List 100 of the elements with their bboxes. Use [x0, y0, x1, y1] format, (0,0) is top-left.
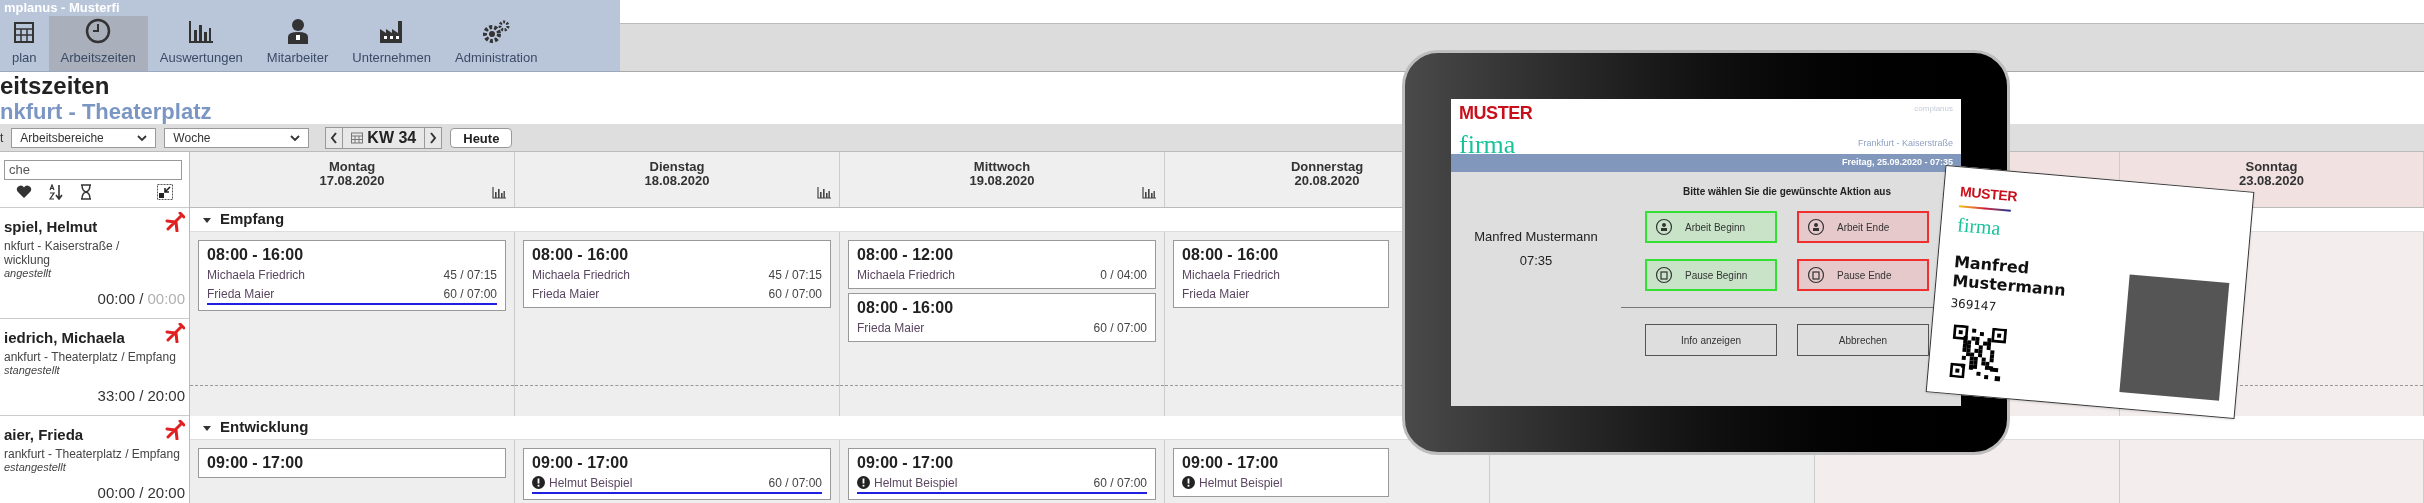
nav-tab[interactable]: plan — [0, 16, 49, 71]
nav-tab[interactable]: Auswertungen — [147, 16, 255, 71]
hours-count: 45 / 07:15 — [768, 266, 822, 284]
logo-text: firma — [1459, 128, 1516, 160]
logo-text: firma — [1956, 212, 2002, 240]
today-button[interactable]: Heute — [450, 127, 513, 148]
person-icon — [286, 17, 309, 44]
person-name: Helmut Beispiel — [874, 474, 958, 492]
airplane-icon — [165, 323, 185, 343]
shift-card[interactable]: 09:00 - 17:00 Helmut Beispiel 60 / 07:00 — [848, 448, 1156, 500]
day-date: 20.08.2020 — [1294, 174, 1360, 188]
search-field[interactable]: che — [4, 159, 182, 180]
employee-row[interactable]: aier, Frieda rankfurt - Theaterplatz / Empfang estangestellt 00:00 / 20:00 — [0, 416, 189, 503]
person-cycle-icon — [1807, 218, 1825, 236]
nav-tab[interactable]: Administration — [443, 16, 550, 71]
gears-icon — [482, 19, 511, 44]
kiosk-button[interactable]: Info anzeigen — [1645, 324, 1777, 356]
chevron-right-icon — [429, 131, 438, 144]
action-button[interactable]: Pause Beginn — [1645, 259, 1777, 291]
shift-card[interactable]: 09:00 - 17:00 Helmut Beispiel — [1173, 448, 1389, 497]
cup-cycle-icon — [1807, 266, 1825, 284]
date-time: Freitag, 25.09.2020 - 07:35 — [1841, 156, 1953, 170]
nav-tab[interactable]: Unternehmen — [340, 16, 444, 71]
factory-icon — [378, 19, 405, 44]
worked-hours: 33:00 / — [97, 385, 144, 406]
person-name: Michaela Friedrich — [857, 266, 956, 284]
bar-chart-icon[interactable] — [492, 187, 506, 199]
shift-time: 08:00 - 16:00 — [532, 245, 629, 265]
employee-name: aier, Frieda — [4, 425, 84, 445]
employee-row[interactable]: iedrich, Michaela ankfurt - Theaterplatz / Empfang stangestellt 33:00 / 20:00 — [0, 319, 189, 416]
calendar-icon — [13, 19, 36, 44]
action-button[interactable]: Pause Ende — [1797, 259, 1929, 291]
shift-time: 09:00 - 17:00 — [857, 453, 954, 473]
shift-time: 08:00 - 16:00 — [207, 245, 304, 265]
hours-count: 0 / 04:00 — [1100, 266, 1147, 284]
person-name: Frieda Maier — [1182, 285, 1250, 303]
planned-hours: 20:00 — [147, 482, 185, 503]
heart-icon[interactable] — [16, 184, 32, 199]
shift-card[interactable]: 08:00 - 16:00 Frieda Maier 60 / 07:00 — [848, 293, 1156, 342]
nav-tab[interactable]: Arbeitszeiten — [48, 16, 148, 71]
shift-card[interactable]: 08:00 - 16:00 Michaela Friedrich 45 / 07:15 Frieda Maier 60 / 07:00 — [523, 240, 831, 308]
bar-chart-icon — [188, 19, 215, 44]
shift-card[interactable]: 09:00 - 17:00 — [198, 448, 506, 478]
airplane-icon — [165, 420, 185, 440]
action-button[interactable]: Arbeit Beginn — [1645, 211, 1777, 243]
day-date: 18.08.2020 — [644, 174, 710, 188]
cup-cycle-icon — [1655, 266, 1673, 284]
filter-label: t — [0, 129, 4, 147]
shift-time: 08:00 - 16:00 — [857, 298, 954, 318]
employee-location: nkfurt - Kaiserstraße / — [4, 238, 120, 253]
weekday: Dienstag — [649, 160, 705, 174]
sort-icon[interactable] — [48, 183, 64, 200]
worked-hours: 00:00 / — [97, 482, 144, 503]
group-select[interactable]: Arbeitsbereiche — [11, 127, 157, 148]
employee-location: ankfurt - Theaterplatz / Empfang — [4, 349, 176, 364]
calendar-icon — [351, 131, 364, 144]
page-title: eitszeiten — [0, 72, 110, 100]
employee-contract: estangestellt — [4, 460, 66, 474]
group-toggle[interactable]: Empfang — [202, 208, 285, 231]
shift-card[interactable]: 08:00 - 16:00 Michaela Friedrich Frieda Maier — [1173, 240, 1389, 308]
collapse-icon[interactable] — [157, 183, 173, 200]
day-date: 19.08.2020 — [969, 174, 1035, 188]
bar-chart-icon[interactable] — [817, 187, 831, 199]
person-name: Frieda Maier — [207, 285, 275, 303]
day-date: 17.08.2020 — [319, 174, 385, 188]
hours-count: 60 / 07:00 — [768, 474, 822, 492]
hours-count: 60 / 07:00 — [1093, 319, 1147, 337]
person-name: Michaela Friedrich — [532, 266, 631, 284]
planned-hours: 20:00 — [147, 385, 185, 406]
shift-time: 09:00 - 17:00 — [207, 453, 304, 473]
employee-number: 369147 — [1949, 295, 1997, 316]
weekday: Montag — [328, 160, 376, 174]
employee-name: Manfred Mustermann — [1474, 228, 1598, 246]
employee-name: spiel, Helmut — [4, 217, 98, 237]
employee-row[interactable]: spiel, Helmut nkfurt - Kaiserstraße / wicklung angestellt 00:00 / 00:00 — [0, 208, 189, 319]
shift-card[interactable]: 08:00 - 16:00 Michaela Friedrich 45 / 07:15 Frieda Maier 60 / 07:00 — [198, 240, 506, 311]
kiosk-button[interactable]: Abbrechen — [1797, 324, 1929, 356]
shift-card[interactable]: 09:00 - 17:00 Helmut Beispiel 60 / 07:00 — [523, 448, 831, 500]
group-toggle[interactable]: Entwicklung — [202, 416, 309, 439]
chevron-left-icon — [330, 131, 339, 144]
hours-count: 60 / 07:00 — [1093, 474, 1147, 492]
employee-location: rankfurt - Theaterplatz / Empfang — [4, 446, 180, 461]
clock-icon — [85, 17, 112, 44]
shift-card[interactable]: 08:00 - 12:00 Michaela Friedrich 0 / 04:00 — [848, 240, 1156, 289]
person-name: Michaela Friedrich — [207, 266, 306, 284]
nav-tab[interactable]: Mitarbeiter — [254, 16, 341, 71]
prompt-text: Bitte wählen Sie die gewünschte Aktion aus — [1683, 185, 1891, 199]
hourglass-icon[interactable] — [80, 183, 92, 200]
weekday: Donnerstag — [1290, 160, 1364, 174]
bar-chart-icon[interactable] — [1142, 187, 1156, 199]
airplane-icon — [165, 212, 185, 232]
hours-count: 60 / 07:00 — [443, 285, 497, 303]
app-title: mplanus - Musterfi — [3, 0, 120, 16]
planned-hours: 00:00 — [147, 288, 185, 309]
current-time: 07:35 — [1519, 251, 1553, 270]
day-date: 23.08.2020 — [2238, 174, 2305, 188]
action-button[interactable]: Arbeit Ende — [1797, 211, 1929, 243]
period-select[interactable]: Woche — [164, 127, 310, 148]
weekday: Sonntag — [2245, 160, 2298, 174]
weekday: Mittwoch — [973, 160, 1031, 174]
